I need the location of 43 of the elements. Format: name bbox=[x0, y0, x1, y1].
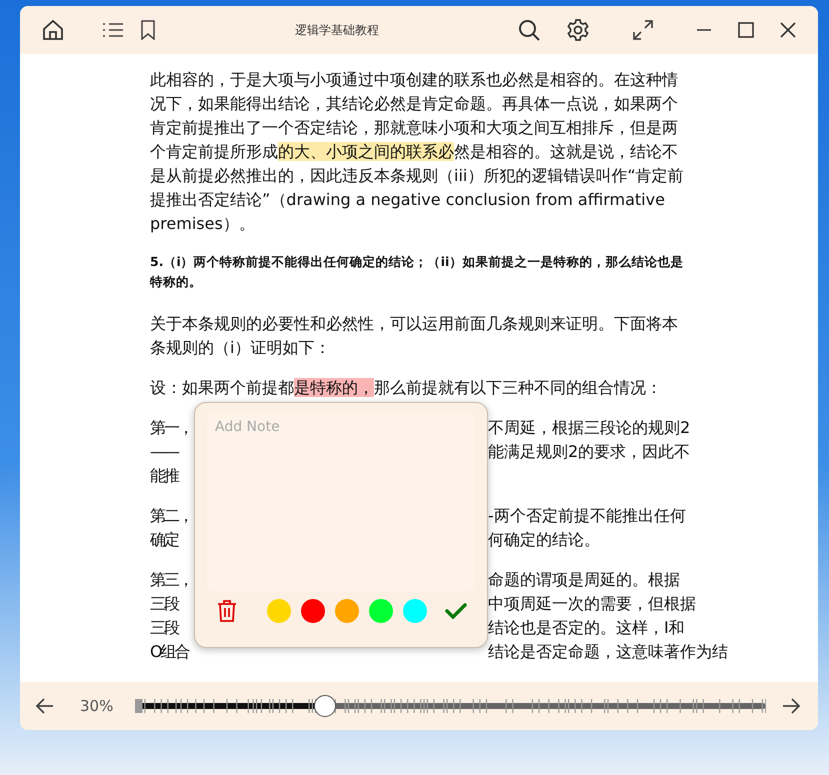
text-fragment: 第一， bbox=[150, 417, 192, 439]
close-icon[interactable] bbox=[780, 22, 796, 38]
slider-thumb[interactable] bbox=[314, 695, 336, 717]
check-icon[interactable] bbox=[445, 603, 467, 619]
text-fragment: 结论也是否定的。这样，I和 bbox=[488, 617, 685, 639]
text-fragment: 何确定的结论。 bbox=[488, 529, 600, 551]
progress-text: 30% bbox=[80, 697, 114, 715]
window-title: 逻辑学基础教程 bbox=[294, 22, 380, 38]
note-field[interactable]: Add Note bbox=[207, 413, 475, 591]
color-swatch[interactable] bbox=[267, 599, 291, 623]
text-fragment: 不周延，根据三段论的规则2 bbox=[488, 417, 690, 439]
paragraph: 设：如果两个前提都是特称的，那么前提就有以下三种不同的组合情况： bbox=[150, 377, 663, 399]
text-fragment: 能满足规则2的要求，因此不 bbox=[488, 441, 690, 463]
text-fragment: 命题的谓项是周延的。根据 bbox=[488, 569, 680, 591]
text-fragment: 三段 bbox=[150, 593, 178, 615]
fullscreen-icon[interactable] bbox=[632, 19, 654, 41]
text-fragment: 结论是否定命题，这意味著作为结 bbox=[488, 641, 728, 663]
progress-slider[interactable] bbox=[135, 694, 766, 718]
list-icon[interactable] bbox=[102, 22, 124, 38]
maximize-icon[interactable] bbox=[738, 22, 754, 38]
paragraph: 5.（i）两个特称前提不能得出任何确定的结论；（ii）如果前提之一是特称的，那么结论也是特称的。 bbox=[150, 253, 684, 291]
text-fragment: -两个否定前提不能推出任何 bbox=[488, 505, 686, 527]
text-fragment: —— bbox=[150, 441, 178, 463]
text-fragment: 能推 bbox=[150, 465, 178, 487]
text-fragment: 三段 bbox=[150, 617, 178, 639]
text-fragment: 第三， bbox=[150, 569, 192, 591]
bookmark-icon[interactable] bbox=[140, 20, 156, 40]
text-fragment: 第二， bbox=[150, 505, 192, 527]
color-swatch[interactable] bbox=[403, 599, 427, 623]
text-fragment: 中项周延一次的需要，但根据 bbox=[488, 593, 696, 615]
forward-arrow-icon[interactable] bbox=[782, 698, 800, 714]
search-icon[interactable] bbox=[518, 19, 540, 41]
trash-icon[interactable] bbox=[217, 600, 237, 622]
color-swatch[interactable] bbox=[335, 599, 359, 623]
paragraph: 关于本条规则的必要性和必然性，可以运用前面几条规则来证明。下面将本条规则的（i）证明如下： bbox=[150, 313, 679, 359]
text-fragment: O组合 bbox=[150, 641, 189, 663]
color-swatch[interactable] bbox=[369, 599, 393, 623]
home-icon[interactable] bbox=[42, 19, 64, 41]
text-fragment: 确定 bbox=[150, 529, 178, 551]
back-arrow-icon[interactable] bbox=[36, 698, 54, 714]
color-swatch[interactable] bbox=[301, 599, 325, 623]
paragraph: 此相容的，于是大项与小项通过中项创建的联系也必然是相容的。在这种情况下，如果能得出结论，其结论必然是肯定命题。再具体一点说，如果两个肯定前提推出了一个否定结论，那就意味小项和大项之间互相排斥，但是两个肯定前提所形成的大、小项之间的联系必然是相容的。这就是说，结论不是从前提必然推出的，因此违反本条规则（iii）所犯的逻辑错误叫作“肯定前提推出否定结论”（drawing a negative conclusion from affirmative premises）。 bbox=[150, 69, 685, 235]
settings-icon[interactable] bbox=[566, 18, 590, 42]
